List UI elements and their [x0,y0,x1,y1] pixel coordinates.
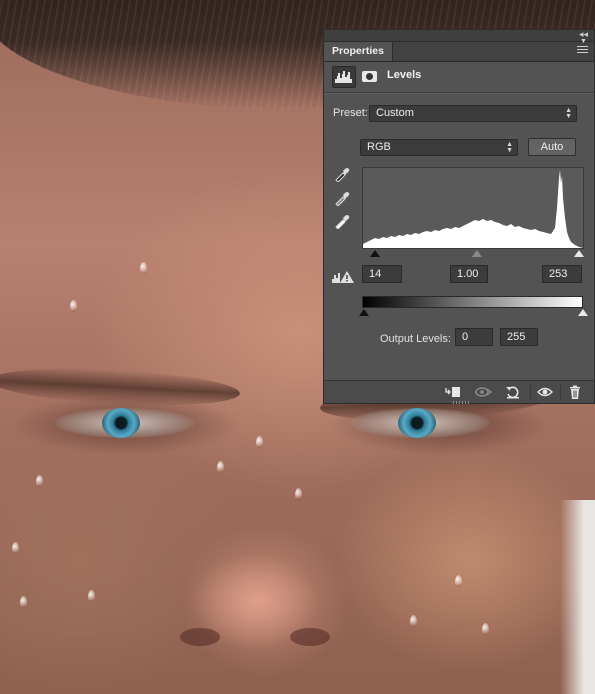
auto-button[interactable]: Auto [528,138,576,156]
levels-histogram-icon[interactable] [332,66,356,88]
reset-icon[interactable] [502,383,524,401]
water-drop [410,615,417,627]
channel-value: RGB [367,141,391,153]
water-drop [295,488,302,500]
gray-point-eyedropper-icon[interactable] [334,190,350,207]
input-black-field[interactable]: 14 [362,265,402,283]
input-gamma-field[interactable]: 1.00 [450,265,488,283]
left-iris [102,408,140,438]
input-black-handle[interactable] [370,250,380,257]
histogram-graph [363,170,583,248]
divider [324,92,594,94]
output-white-handle[interactable] [578,309,588,316]
water-drop [140,262,147,274]
water-drop [36,475,43,487]
output-levels-label: Output Levels: [380,333,451,345]
black-point-eyedropper-icon[interactable] [334,166,350,183]
footer-divider [560,384,561,400]
visibility-eye-icon[interactable] [534,383,556,401]
right-nostril [290,628,330,646]
clipping-warning-icon[interactable] [332,270,356,284]
output-gradient [362,296,583,308]
layer-mask-icon[interactable] [360,66,380,86]
adjustment-header: Levels [324,66,594,88]
input-white-handle[interactable] [574,250,584,257]
footer-divider [530,384,531,400]
input-white-field[interactable]: 253 [542,265,582,283]
panel-footer [324,380,594,404]
clip-to-layer-icon[interactable] [442,383,464,401]
view-previous-state-icon[interactable] [472,383,494,401]
adjustment-title: Levels [387,69,422,81]
output-levels-slider [359,308,588,318]
water-drop [70,300,77,312]
input-gamma-handle[interactable] [472,250,482,257]
histogram [362,167,584,249]
trash-icon[interactable] [564,383,586,401]
water-drop [88,590,95,602]
left-nostril [180,628,220,646]
output-white-field[interactable]: 255 [500,328,538,346]
water-drop [482,623,489,635]
properties-panel: ◂◂ Properties ▼ Levels Preset: Custom ▲ ▼… [323,29,595,404]
water-drop [455,575,462,587]
water-drop [217,461,224,473]
right-iris [398,408,436,438]
preset-value: Custom [376,107,414,119]
water-drop [256,436,263,448]
resize-grip[interactable] [453,401,471,404]
output-black-field[interactable]: 0 [455,328,493,346]
output-black-handle[interactable] [359,309,369,316]
background-wall [560,500,595,694]
tab-properties[interactable]: Properties [324,42,393,61]
preset-select[interactable]: Custom ▲ ▼ [369,105,577,122]
panel-menu-icon[interactable]: ▼ [577,38,588,54]
updown-arrows-icon: ▲ ▼ [506,141,513,154]
input-levels-slider [362,249,584,259]
preset-label: Preset: [333,107,368,119]
water-drop [12,542,19,554]
channel-select[interactable]: RGB ▲ ▼ [360,139,518,156]
water-drop [20,596,27,608]
panel-title-bar[interactable]: ◂◂ [324,29,594,42]
updown-arrows-icon: ▲ ▼ [565,107,572,120]
panel-tab-bar: Properties ▼ [324,38,594,62]
white-point-eyedropper-icon[interactable] [334,213,350,230]
